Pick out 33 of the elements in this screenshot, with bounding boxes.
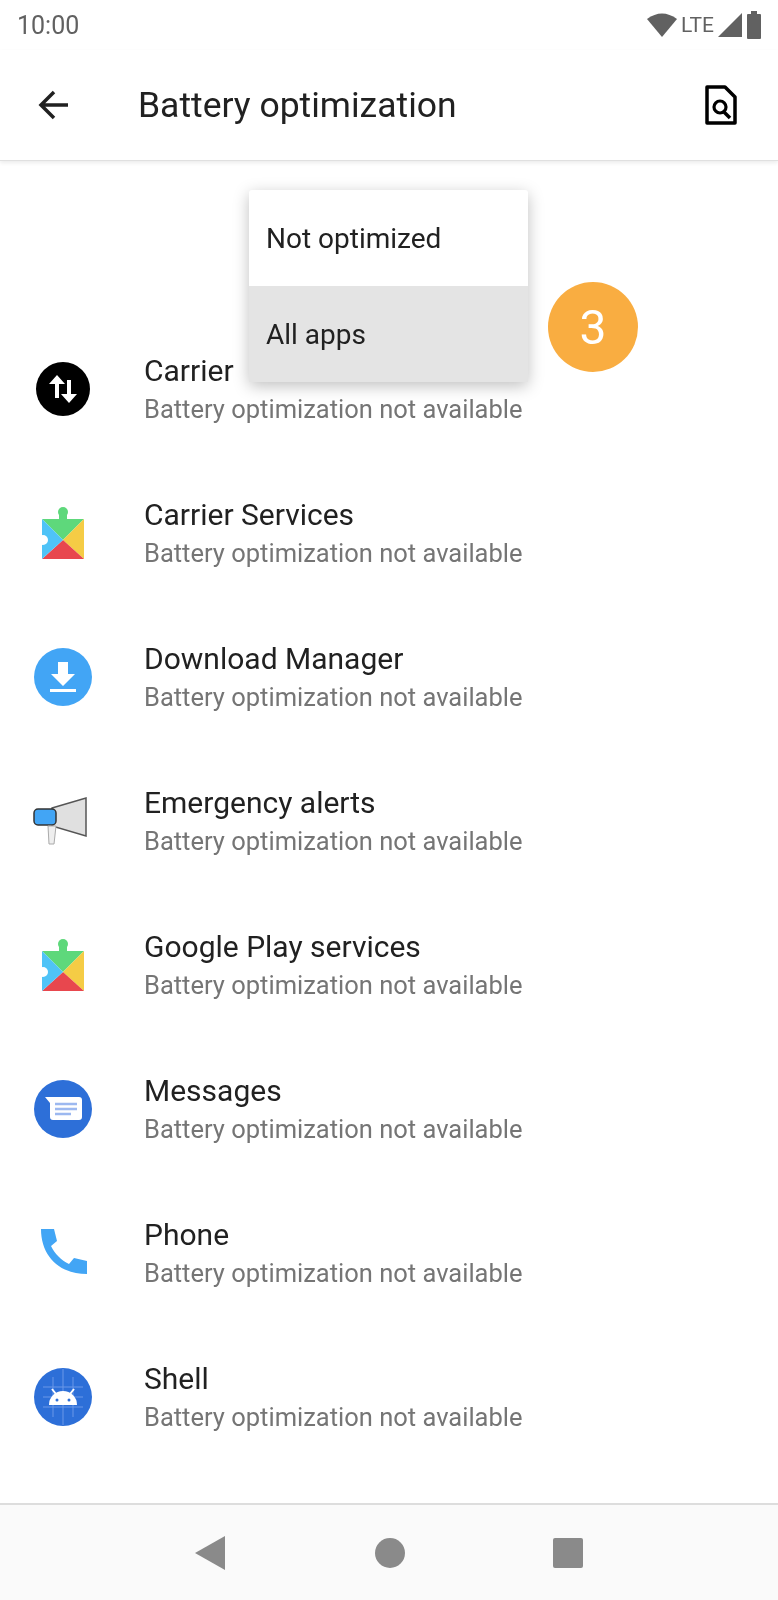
menu-item[interactable]: Not optimized <box>249 190 528 286</box>
app-name: Google Play services <box>144 928 422 966</box>
signal-icon <box>718 13 742 37</box>
wifi-icon <box>647 13 678 37</box>
app-status: Battery optimization not available <box>144 681 523 714</box>
chat-bubble-icon <box>33 1079 93 1139</box>
app-name: Messages <box>144 1072 283 1110</box>
app-status: Battery optimization not available <box>144 1401 523 1434</box>
app-status: Battery optimization not available <box>144 1113 523 1146</box>
screen-title: Battery optimization <box>138 84 458 126</box>
back-arrow-icon <box>38 90 70 120</box>
swap-arrows-icon <box>35 361 91 417</box>
android-icon <box>33 1367 93 1427</box>
app-name: Carrier Services <box>144 496 356 534</box>
app-name: Download Manager <box>144 640 405 678</box>
search-document-icon <box>704 85 738 125</box>
app-status: Battery optimization not available <box>144 393 523 426</box>
puzzle-piece-icon <box>40 937 86 993</box>
step-number-badge: 3 <box>548 282 638 372</box>
app-status: Battery optimization not available <box>144 825 523 858</box>
puzzle-piece-icon <box>40 505 86 561</box>
network-type: LTE <box>681 13 714 37</box>
app-status: Battery optimization not available <box>144 537 523 570</box>
menu-item[interactable]: All apps <box>249 286 528 382</box>
download-icon <box>33 647 93 707</box>
app-name: Phone <box>144 1216 231 1254</box>
battery-icon <box>746 11 762 39</box>
app-name: Carrier <box>144 352 235 390</box>
app-name: Shell <box>144 1360 210 1398</box>
clock-time: 10:00 <box>17 10 80 40</box>
app-status: Battery optimization not available <box>144 969 523 1002</box>
app-status: Battery optimization not available <box>144 1257 523 1290</box>
app-name: Emergency alerts <box>144 784 377 822</box>
